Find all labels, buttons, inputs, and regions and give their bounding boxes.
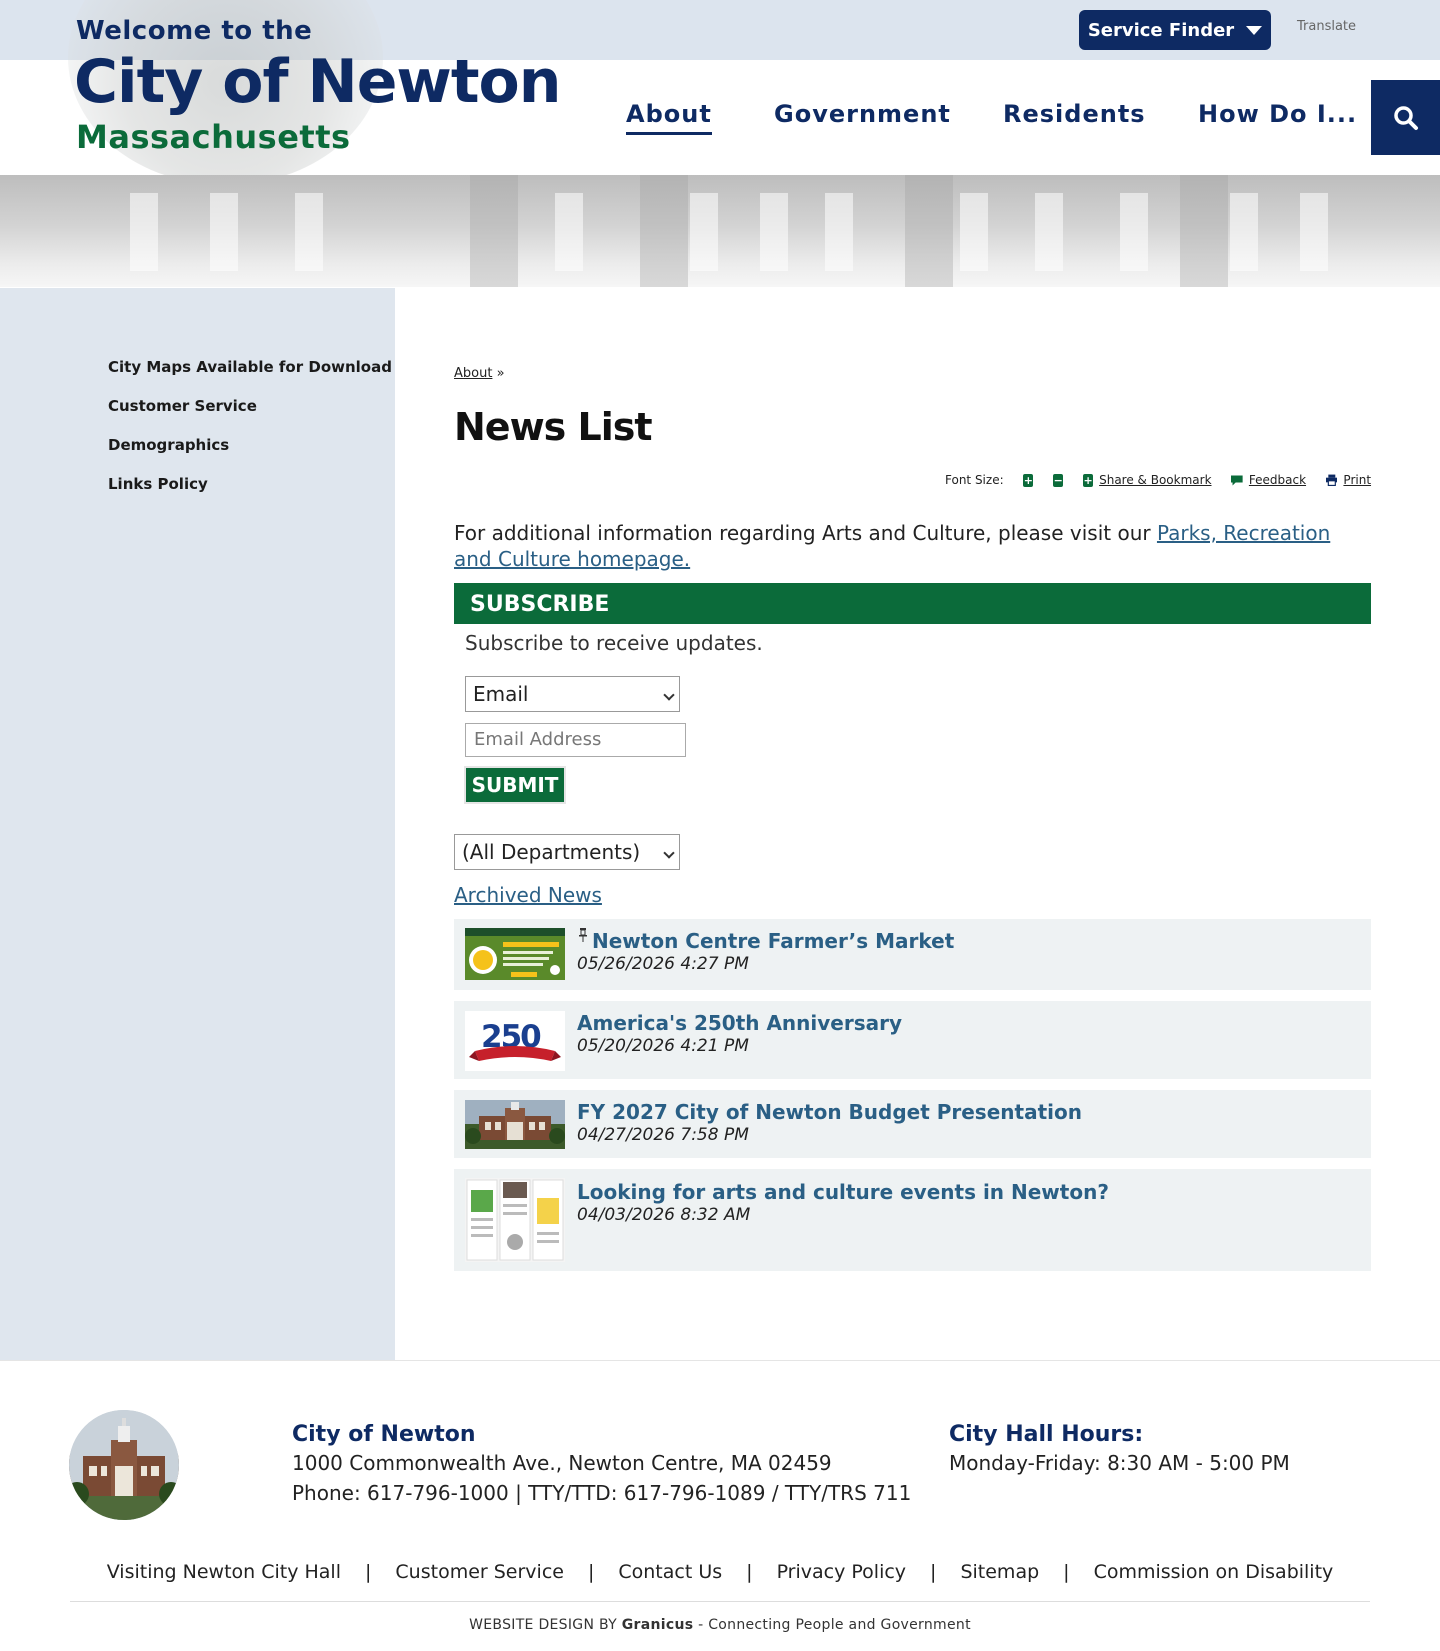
- translate-link[interactable]: Translate: [1297, 19, 1356, 34]
- sidebar-item-customer-service[interactable]: Customer Service: [108, 397, 257, 415]
- page-title: News List: [454, 405, 653, 449]
- nav-how-do-i[interactable]: How Do I...: [1198, 100, 1357, 128]
- search-button[interactable]: [1371, 80, 1440, 155]
- news-date: 04/03/2026 8:32 AM: [577, 1205, 751, 1225]
- nav-residents[interactable]: Residents: [1003, 100, 1146, 128]
- news-date: 05/20/2026 4:21 PM: [577, 1036, 749, 1056]
- news-title[interactable]: Newton Centre Farmer’s Market: [592, 929, 954, 953]
- footer-divider: [70, 1601, 1370, 1602]
- submit-button[interactable]: SUBMIT: [464, 766, 566, 804]
- printer-icon: [1325, 474, 1338, 487]
- news-date: 04/27/2026 7:58 PM: [577, 1125, 749, 1145]
- news-title[interactable]: FY 2027 City of Newton Budget Presentati…: [577, 1100, 1082, 1124]
- chevron-down-icon: [663, 689, 675, 701]
- footer-hours: Monday-Friday: 8:30 AM - 5:00 PM: [949, 1451, 1290, 1475]
- footer-link-visiting[interactable]: Visiting Newton City Hall: [107, 1561, 341, 1583]
- breadcrumb-about[interactable]: About: [454, 366, 492, 381]
- granicus-link[interactable]: Granicus: [622, 1617, 694, 1633]
- sidebar-item-demographics[interactable]: Demographics: [108, 436, 229, 454]
- nav-about[interactable]: About: [626, 100, 712, 135]
- site-credit: WEBSITE DESIGN BY Granicus - Connecting …: [469, 1617, 971, 1633]
- subscribe-method-select[interactable]: Email: [465, 676, 680, 712]
- sidebar-item-city-maps[interactable]: City Maps Available for Download: [108, 358, 392, 376]
- intro-paragraph: For additional information regarding Art…: [454, 520, 1334, 572]
- breadcrumb-separator: »: [496, 366, 505, 381]
- font-size-label: Font Size:: [945, 473, 1004, 487]
- subscribe-method-value: Email: [473, 682, 529, 706]
- subscribe-description: Subscribe to receive updates.: [465, 631, 763, 655]
- news-thumbnail: [465, 1100, 565, 1149]
- footer-links: Visiting Newton City Hall | Customer Servi…: [106, 1561, 1334, 1583]
- search-icon: [1393, 105, 1418, 130]
- footer-address: 1000 Commonwealth Ave., Newton Centre, M…: [292, 1451, 832, 1475]
- sidebar-item-links-policy[interactable]: Links Policy: [108, 475, 208, 493]
- footer-link-disability[interactable]: Commission on Disability: [1094, 1561, 1334, 1583]
- caret-down-icon: [1246, 25, 1263, 35]
- breadcrumb: About »: [454, 366, 505, 381]
- footer-link-customer-service[interactable]: Customer Service: [395, 1561, 564, 1583]
- email-address-input[interactable]: Email Address: [465, 723, 686, 757]
- welcome-text: Welcome to the: [76, 16, 313, 46]
- footer-city-name: City of Newton: [292, 1422, 476, 1447]
- site-logo-city[interactable]: City of Newton: [74, 52, 561, 112]
- page-tools: Font Size: + − + Share & Bookmark Feedba…: [945, 470, 1371, 490]
- intro-text: For additional information regarding Art…: [454, 521, 1157, 545]
- pin-icon: [579, 928, 587, 942]
- news-item[interactable]: FY 2027 City of Newton Budget Presentati…: [454, 1090, 1371, 1158]
- footer-phone: Phone: 617-796-1000 | TTY/TTD: 617-796-1…: [292, 1481, 912, 1505]
- font-decrease-icon[interactable]: −: [1053, 473, 1064, 487]
- nav-government[interactable]: Government: [774, 100, 951, 128]
- city-hall-seal-image: [69, 1410, 179, 1520]
- department-filter-value: (All Departments): [462, 840, 641, 864]
- chevron-down-icon: [663, 847, 675, 859]
- footer-hours-title: City Hall Hours:: [949, 1422, 1144, 1447]
- news-thumbnail: [465, 928, 565, 980]
- footer-link-privacy[interactable]: Privacy Policy: [777, 1561, 906, 1583]
- news-title[interactable]: Looking for arts and culture events in N…: [577, 1180, 1109, 1204]
- news-item[interactable]: 250 America's 250th Anniversary 05/20/20…: [454, 1001, 1371, 1079]
- footer-link-sitemap[interactable]: Sitemap: [960, 1561, 1039, 1583]
- subscribe-heading: SUBSCRIBE: [454, 583, 1371, 624]
- news-title[interactable]: America's 250th Anniversary: [577, 1011, 902, 1035]
- font-increase-icon[interactable]: +: [1023, 473, 1034, 487]
- news-item[interactable]: Newton Centre Farmer’s Market 05/26/2026…: [454, 919, 1371, 990]
- feedback-speech-icon: [1231, 474, 1243, 486]
- print-link[interactable]: Print: [1343, 473, 1371, 487]
- site-logo-state: Massachusetts: [76, 118, 351, 156]
- service-finder-label: Service Finder: [1087, 19, 1235, 41]
- footer-divider: [0, 1360, 1440, 1361]
- news-item[interactable]: Looking for arts and culture events in N…: [454, 1169, 1371, 1271]
- footer-link-contact[interactable]: Contact Us: [618, 1561, 722, 1583]
- hero-banner: [0, 175, 1440, 287]
- news-thumbnail: 250: [465, 1011, 565, 1071]
- news-date: 05/26/2026 4:27 PM: [577, 954, 749, 974]
- archived-news-link[interactable]: Archived News: [454, 883, 602, 907]
- feedback-link[interactable]: Feedback: [1249, 473, 1306, 487]
- service-finder-button[interactable]: Service Finder: [1079, 10, 1271, 50]
- share-bookmark-link[interactable]: Share & Bookmark: [1099, 473, 1211, 487]
- news-thumbnail: [465, 1178, 565, 1262]
- share-plus-icon: +: [1083, 473, 1094, 487]
- department-filter-select[interactable]: (All Departments): [454, 834, 680, 870]
